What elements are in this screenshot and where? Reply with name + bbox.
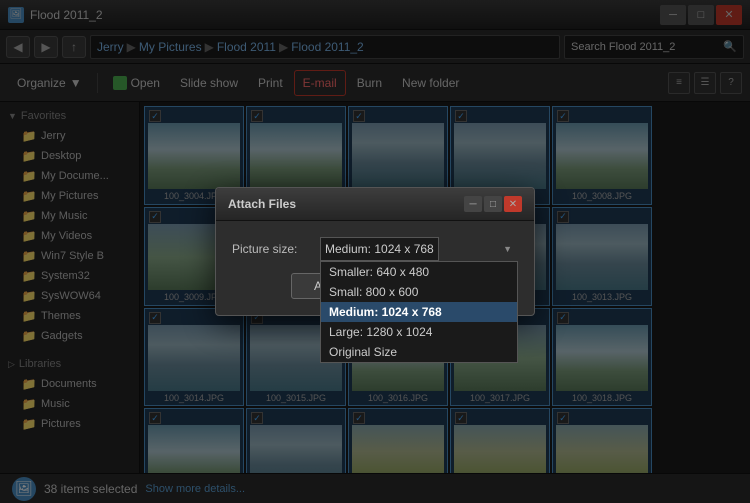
modal-title-bar: Attach Files ─ □ ✕ bbox=[216, 188, 534, 221]
picture-size-select-wrapper: Smaller: 640 x 480 Small: 800 x 600 Medi… bbox=[320, 237, 518, 261]
option-small[interactable]: Small: 800 x 600 bbox=[321, 282, 517, 302]
picture-size-label: Picture size: bbox=[232, 242, 312, 256]
picture-size-dropdown: Smaller: 640 x 480 Small: 800 x 600 Medi… bbox=[320, 261, 518, 363]
modal-minimize-button[interactable]: ─ bbox=[464, 196, 482, 212]
attach-files-dialog: Attach Files ─ □ ✕ Picture size: Smaller… bbox=[215, 187, 535, 316]
option-large[interactable]: Large: 1280 x 1024 bbox=[321, 322, 517, 342]
picture-size-row: Picture size: Smaller: 640 x 480 Small: … bbox=[232, 237, 518, 261]
option-medium[interactable]: Medium: 1024 x 768 bbox=[321, 302, 517, 322]
modal-maximize-button[interactable]: □ bbox=[484, 196, 502, 212]
modal-overlay: Attach Files ─ □ ✕ Picture size: Smaller… bbox=[0, 0, 750, 503]
modal-title: Attach Files bbox=[228, 197, 462, 211]
modal-close-button[interactable]: ✕ bbox=[504, 196, 522, 212]
picture-size-select[interactable]: Smaller: 640 x 480 Small: 800 x 600 Medi… bbox=[320, 237, 439, 261]
modal-body: Picture size: Smaller: 640 x 480 Small: … bbox=[216, 221, 534, 315]
option-smaller[interactable]: Smaller: 640 x 480 bbox=[321, 262, 517, 282]
option-original[interactable]: Original Size bbox=[321, 342, 517, 362]
